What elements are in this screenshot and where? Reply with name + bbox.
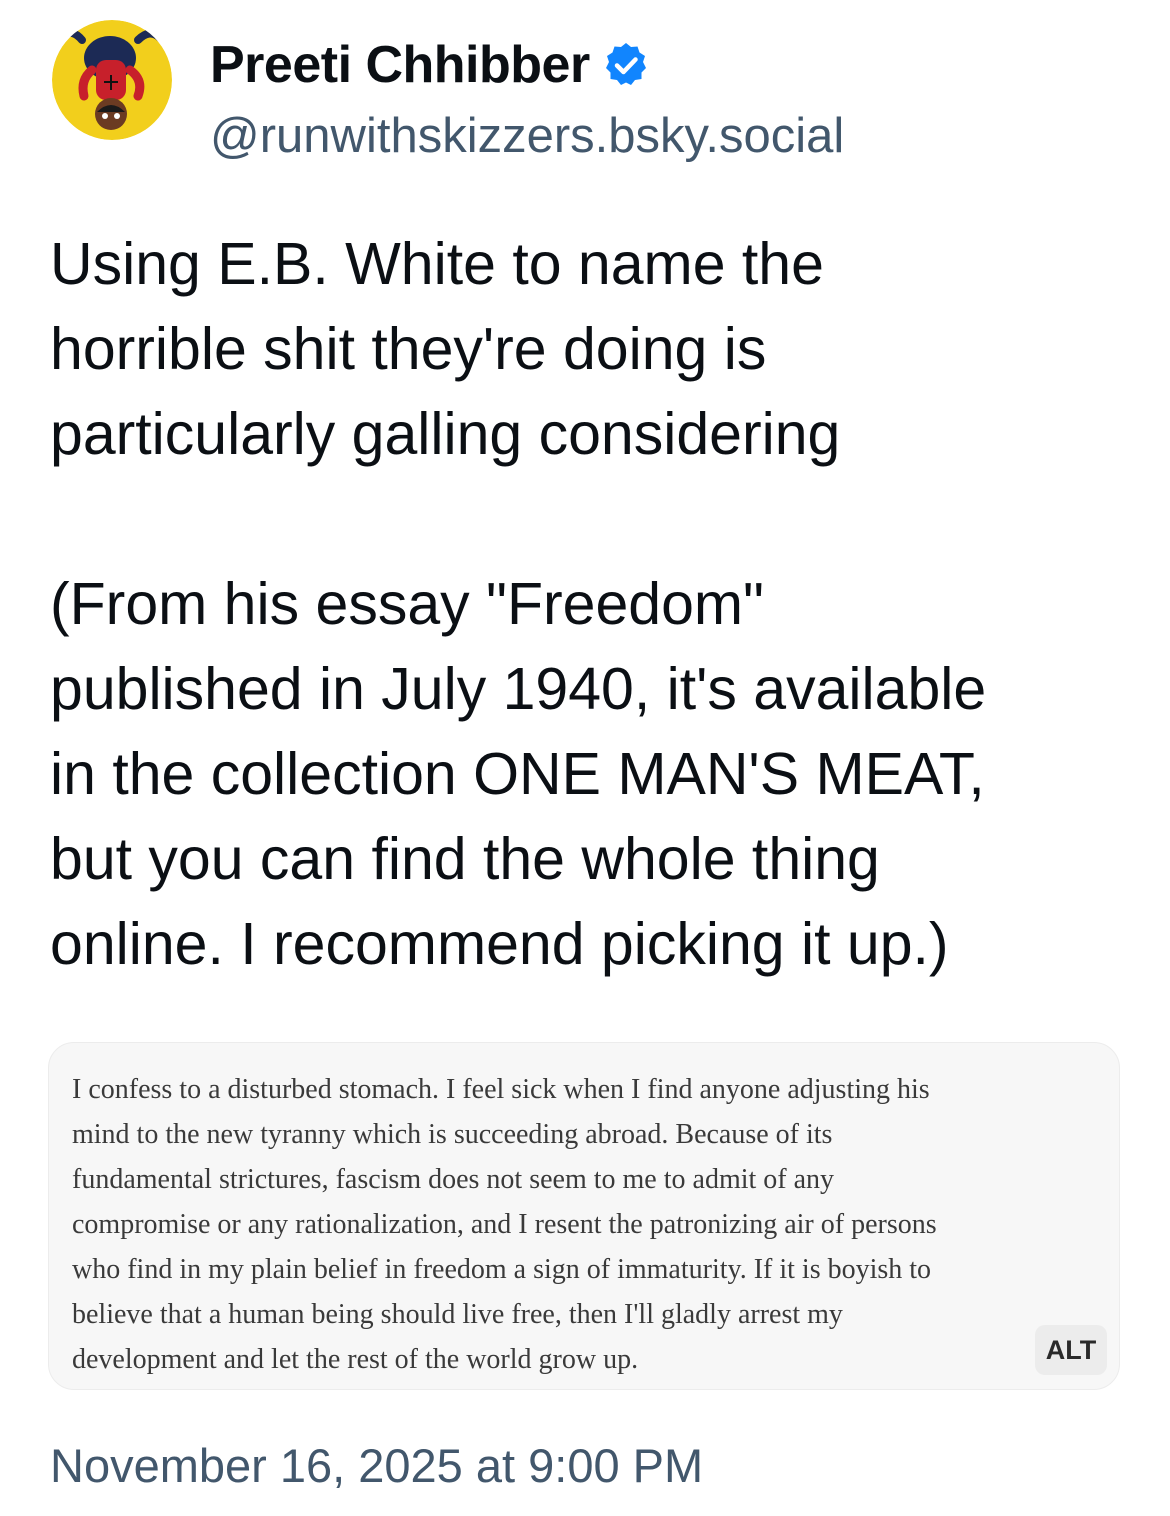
author-avatar[interactable]: [52, 20, 172, 140]
post-timestamp: November 16, 2025 at 9:00 PM: [50, 1439, 704, 1492]
author-display-name[interactable]: Preeti Chhibber: [210, 35, 590, 95]
post-body-text: Using E.B. White to name the horrible sh…: [50, 231, 987, 977]
spider-man-avatar-icon: [52, 20, 172, 140]
alt-text-button[interactable]: ALT: [1035, 1325, 1107, 1375]
author-handle[interactable]: @runwithskizzers.bsky.social: [210, 108, 844, 164]
image-quote-text: I confess to a disturbed stomach. I feel…: [72, 1074, 937, 1375]
verified-checkmark-icon: [602, 41, 650, 89]
post-image-attachment[interactable]: I confess to a disturbed stomach. I feel…: [48, 1042, 1120, 1390]
post-header: Preeti Chhibber @runwithskizzers.bsky.so…: [52, 20, 1132, 170]
author-name-row: Preeti Chhibber: [210, 30, 650, 100]
